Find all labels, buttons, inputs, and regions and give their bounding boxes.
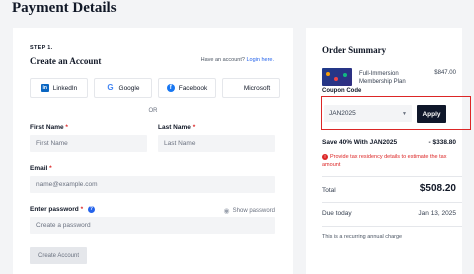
google-label: Google <box>118 84 140 92</box>
eye-icon: ◉ <box>223 208 230 215</box>
order-summary-title: Order Summary <box>322 45 387 55</box>
coupon-code-label: Coupon Code <box>322 88 362 94</box>
microsoft-label: Microsoft <box>243 84 271 92</box>
total-label: Total <box>322 187 336 194</box>
linkedin-icon: in <box>40 84 49 92</box>
microsoft-icon <box>232 84 240 92</box>
first-name-input[interactable]: First Name <box>30 135 147 152</box>
page-title: Payment Details <box>12 0 117 16</box>
password-label: Enter password * ? <box>30 206 95 214</box>
apply-button[interactable]: Apply <box>417 105 446 123</box>
email-input[interactable]: name@example.com <box>30 176 275 193</box>
product-thumbnail <box>322 68 352 86</box>
login-prompt: Have an account? Login here. <box>201 57 274 63</box>
coupon-value: JAN2025 <box>329 110 356 117</box>
divider <box>322 202 462 203</box>
microsoft-button[interactable]: Microsoft <box>222 78 280 98</box>
divider <box>322 176 462 177</box>
email-label: Email * <box>30 165 52 172</box>
order-summary-panel: Order Summary Full-Immersion Membership … <box>306 28 471 274</box>
product-price: $847.00 <box>434 70 456 76</box>
tax-notice-text: Provide tax residency details to estimat… <box>322 154 447 168</box>
alert-icon: ! <box>322 153 328 160</box>
first-name-label: First Name * <box>30 124 68 131</box>
create-account-panel: STEP 1. Create an Account Have an accoun… <box>13 28 293 274</box>
chevron-down-icon: ▼ <box>402 110 407 117</box>
create-account-button[interactable]: Create Account <box>30 247 87 264</box>
product-name: Full-Immersion Membership Plan <box>359 71 406 85</box>
google-button[interactable]: G Google <box>94 78 152 98</box>
last-name-input[interactable]: Last Name <box>158 135 275 152</box>
recurring-note: This is a recurring annual charge <box>322 234 403 240</box>
linkedin-label: LinkedIn <box>52 84 78 92</box>
divider <box>322 226 462 227</box>
total-amount: $508.20 <box>419 183 456 194</box>
login-link[interactable]: Login here. <box>246 57 274 63</box>
password-input[interactable]: Create a password <box>30 217 275 234</box>
savings-label: Save 40% With JAN2025 <box>322 139 398 146</box>
linkedin-button[interactable]: in LinkedIn <box>30 78 88 98</box>
facebook-button[interactable]: f Facebook <box>158 78 216 98</box>
due-date: Jan 13, 2025 <box>418 210 456 217</box>
last-name-label: Last Name * <box>158 124 196 131</box>
due-today-label: Due today <box>322 210 352 217</box>
google-icon: G <box>107 83 114 92</box>
help-icon[interactable]: ? <box>87 206 95 213</box>
tax-notice[interactable]: ! Provide tax residency details to estima… <box>322 153 457 169</box>
login-prompt-text: Have an account? <box>200 57 245 63</box>
or-divider: OR <box>148 108 158 114</box>
coupon-select[interactable]: JAN2025 ▼ <box>324 105 412 122</box>
account-title: Create an Account <box>30 56 102 66</box>
step-label: STEP 1. <box>30 45 53 51</box>
facebook-label: Facebook <box>178 84 208 92</box>
facebook-icon: f <box>166 84 175 92</box>
show-password-label: Show password <box>232 208 275 214</box>
savings-amount: - $338.80 <box>428 139 456 146</box>
show-password-toggle[interactable]: ◉ Show password <box>224 207 275 215</box>
